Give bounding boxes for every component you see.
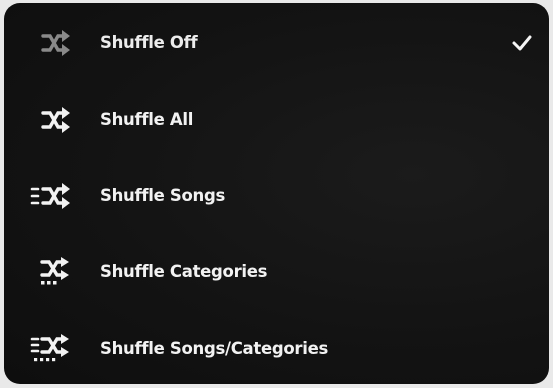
menu-item-label: Shuffle Songs/Categories [100,339,329,358]
menu-item-label: Shuffle Off [100,33,198,52]
checkmark-icon [511,32,533,54]
shuffle-mode-menu: Shuffle Off Shuffle All Shuffle Songs Sh… [4,3,549,384]
shuffle-categories-icon [30,257,74,287]
menu-item-label: Shuffle Songs [100,186,226,205]
menu-item-label: Shuffle All [100,110,194,129]
shuffle-songs-icon [30,181,74,211]
menu-item-label: Shuffle Categories [100,262,268,281]
menu-item-shuffle-all[interactable]: Shuffle All [4,85,549,155]
menu-item-shuffle-categories[interactable]: Shuffle Categories [4,237,549,307]
shuffle-songs-categories-icon [30,334,74,364]
menu-item-shuffle-off[interactable]: Shuffle Off [4,8,549,78]
menu-item-shuffle-songs-categories[interactable]: Shuffle Songs/Categories [4,314,549,384]
shuffle-icon [30,105,74,135]
menu-item-shuffle-songs[interactable]: Shuffle Songs [4,161,549,231]
shuffle-icon [30,28,74,58]
